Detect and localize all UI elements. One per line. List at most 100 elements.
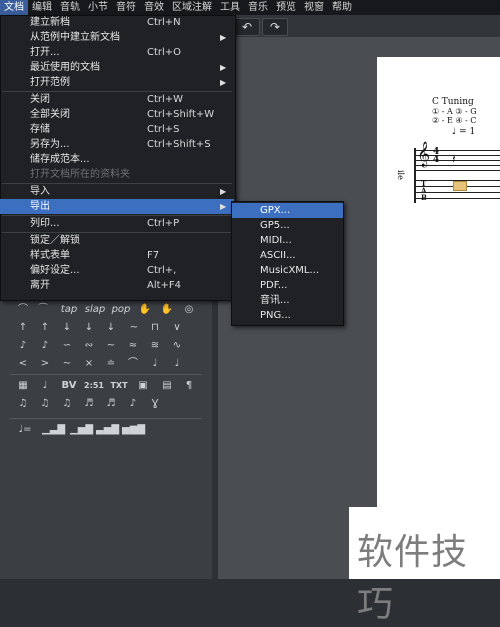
grace-note-icon[interactable]: ♪	[36, 338, 54, 354]
redo-button[interactable]: ↷	[262, 18, 288, 36]
trill-icon[interactable]: ~	[102, 338, 120, 354]
fermata-icon[interactable]: Ɣ	[146, 396, 164, 412]
beam-icon[interactable]: ♫	[36, 396, 54, 412]
wide-vibrato-icon[interactable]: ≋	[146, 338, 164, 354]
menu-view[interactable]: 预览	[272, 0, 300, 15]
arrow-down-icon[interactable]: ↓	[58, 320, 76, 336]
palette-row-rhythms: ♫ ♫ ♫ ♬ ♬ ♪ Ɣ	[12, 396, 202, 414]
annotation-icon[interactable]: ▣	[134, 378, 152, 394]
grace-note-icon[interactable]: ♪	[14, 338, 32, 354]
menu-item-import[interactable]: 导入 ▶	[0, 184, 234, 199]
menu-item-export[interactable]: 导出 ▶	[0, 199, 234, 214]
arrow-up-icon[interactable]: ↑	[36, 320, 54, 336]
menu-item-stylesheet[interactable]: 样式表单 F7	[0, 248, 234, 263]
harmonic-icon[interactable]: ◎	[180, 302, 198, 318]
menu-item-new-from-template[interactable]: 从范例中建立新文档 ▶	[0, 30, 234, 45]
velocity-4-icon[interactable]: ▅▆▇	[122, 422, 145, 438]
export-ascii[interactable]: ASCII...	[232, 248, 343, 263]
tremolo-icon[interactable]: ∿	[168, 338, 186, 354]
hammer-icon[interactable]: ⌒	[14, 302, 32, 318]
export-pdf[interactable]: PDF...	[232, 278, 343, 293]
note-icon[interactable]: ♩	[36, 378, 54, 394]
undo-button[interactable]: ↶	[234, 18, 260, 36]
menu-item-exit[interactable]: 离开 Alt+F4	[0, 278, 234, 293]
menu-effects[interactable]: 音效	[140, 0, 168, 15]
slide-icon[interactable]: ⁀	[34, 302, 52, 318]
text-button[interactable]: TXT	[108, 378, 130, 394]
menu-item-close[interactable]: 关闭 Ctrl+W	[0, 92, 234, 107]
triplet-icon[interactable]: ♬	[80, 396, 98, 412]
menu-help[interactable]: 帮助	[328, 0, 356, 15]
tuning-title: C Tuning	[432, 97, 474, 107]
beam-icon[interactable]: ♫	[58, 396, 76, 412]
time-button[interactable]: 2:51	[82, 378, 106, 394]
lock-icon[interactable]: ▤	[158, 378, 176, 394]
menu-window[interactable]: 视窗	[300, 0, 328, 15]
menu-tools[interactable]: 工具	[216, 0, 244, 15]
export-musicxml[interactable]: MusicXML...	[232, 263, 343, 278]
tap-button[interactable]: tap	[58, 302, 80, 318]
fermata-icon[interactable]: ♪	[124, 396, 142, 412]
menu-item-new[interactable]: 建立新档 Ctrl+N	[0, 15, 234, 30]
export-png[interactable]: PNG...	[232, 308, 343, 323]
menu-item-preferences[interactable]: 偏好设定... Ctrl+,	[0, 263, 234, 278]
palette-divider	[10, 374, 202, 375]
let-ring-icon[interactable]: ✋	[158, 302, 176, 318]
tempo-icon[interactable]: ♩=	[14, 422, 36, 438]
palm-mute-icon[interactable]: ✋	[136, 302, 154, 318]
export-midi[interactable]: MIDI...	[232, 233, 343, 248]
cursor-cell[interactable]	[453, 181, 467, 191]
mordent-icon[interactable]: ∽	[58, 338, 76, 354]
menu-item-save-as[interactable]: 另存为... Ctrl+Shift+S	[0, 137, 234, 152]
staccato-icon[interactable]: ♩	[168, 356, 186, 372]
downstroke-icon[interactable]: ⊓	[146, 320, 164, 336]
chord-diagram-icon[interactable]: ▦	[14, 378, 32, 394]
arrow-up-icon[interactable]: ↑	[14, 320, 32, 336]
slight-icon[interactable]: ∼	[58, 356, 76, 372]
menu-item-close-all[interactable]: 全部关闭 Ctrl+Shift+W	[0, 107, 234, 122]
menu-sound[interactable]: 音乐	[244, 0, 272, 15]
upstroke-icon[interactable]: ∨	[168, 320, 186, 336]
menu-item-print[interactable]: 列印... Ctrl+P	[0, 216, 234, 231]
accent-note-icon[interactable]: ♩	[146, 356, 164, 372]
rasgueado-icon[interactable]: ~	[124, 320, 144, 336]
tremolo-picking-icon[interactable]: ♬	[102, 396, 120, 412]
menu-annotations[interactable]: 区域注解	[168, 0, 216, 15]
menu-item-open-sample[interactable]: 打开范例 ▶	[0, 75, 234, 90]
velocity-3-icon[interactable]: ▃▅▇	[96, 422, 119, 438]
arrow-down-icon[interactable]: ↓	[80, 320, 98, 336]
menu-item-save[interactable]: 存储 Ctrl+S	[0, 122, 234, 137]
bend-bv-button[interactable]: BV	[58, 378, 80, 394]
velocity-2-icon[interactable]: ▁▅▇	[70, 422, 93, 438]
menu-item-lock[interactable]: 锁定／解锁	[0, 233, 234, 248]
velocity-1-icon[interactable]: ▁▃▇	[42, 422, 65, 438]
slap-button[interactable]: slap	[82, 302, 108, 318]
turn-icon[interactable]: ∾	[80, 338, 98, 354]
score-page[interactable]	[377, 57, 500, 517]
menu-edit[interactable]: 编辑	[28, 0, 56, 15]
fade-icon[interactable]: ≐	[102, 356, 120, 372]
vibrato-icon[interactable]: ≈	[124, 338, 142, 354]
menu-note[interactable]: 音符	[112, 0, 140, 15]
menu-item-open[interactable]: 打开... Ctrl+O	[0, 45, 234, 60]
tuning-row-1: ① - A ③ - G	[432, 107, 477, 116]
export-audio[interactable]: 音讯...	[232, 293, 343, 308]
dead-note-icon[interactable]: ×	[80, 356, 98, 372]
menu-bar[interactable]: 小节	[84, 0, 112, 15]
submenu-arrow-icon: ▶	[220, 33, 227, 42]
crescendo-icon[interactable]: <	[14, 356, 32, 372]
export-gpx[interactable]: GPX...	[232, 203, 343, 218]
paragraph-icon[interactable]: ¶	[180, 378, 198, 394]
menu-file[interactable]: 文档	[0, 0, 28, 15]
palette-row-velocity: ♩= ▁▃▇ ▁▅▇ ▃▅▇ ▅▆▇	[12, 422, 202, 440]
tuning-row-2: ② - E ④ - C	[432, 116, 477, 125]
export-gp5[interactable]: GP5...	[232, 218, 343, 233]
arrow-down-icon[interactable]: ↓	[102, 320, 120, 336]
decrescendo-icon[interactable]: >	[36, 356, 54, 372]
beam-icon[interactable]: ♫	[14, 396, 32, 412]
menu-item-recent[interactable]: 最近使用的文档 ▶	[0, 60, 234, 75]
pop-button[interactable]: pop	[110, 302, 132, 318]
menu-track[interactable]: 音轨	[56, 0, 84, 15]
menu-item-save-template[interactable]: 储存成范本...	[0, 152, 234, 167]
volume-swell-icon[interactable]: ⌒	[124, 356, 142, 372]
